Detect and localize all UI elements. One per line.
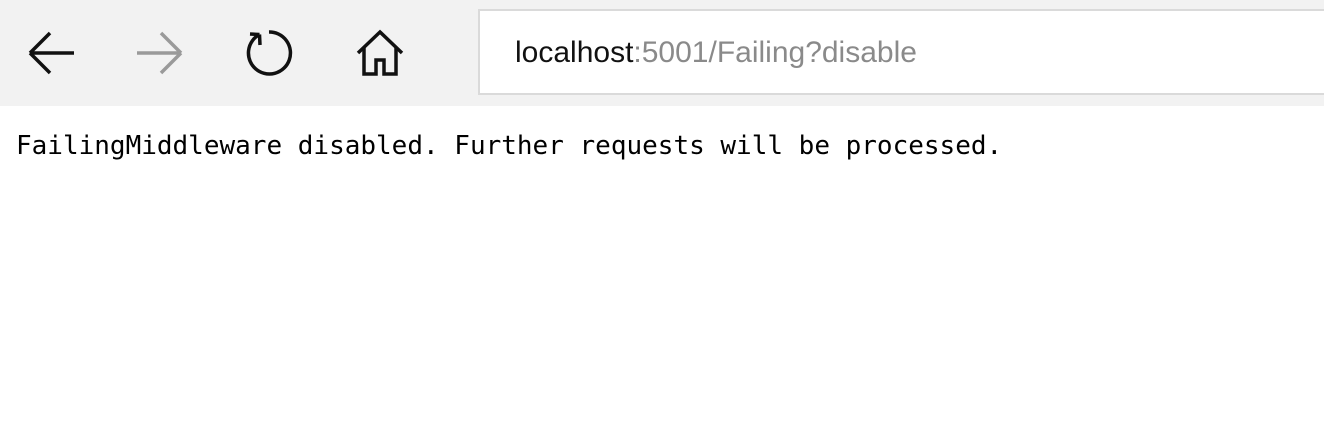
- refresh-button[interactable]: [238, 21, 302, 85]
- home-button[interactable]: [348, 21, 412, 85]
- home-icon: [356, 29, 404, 76]
- url-host: localhost: [515, 36, 634, 69]
- page-body-text: FailingMiddleware disabled. Further requ…: [16, 131, 1003, 161]
- arrow-left-icon: [28, 31, 74, 75]
- arrow-right-icon: [137, 31, 183, 75]
- back-button[interactable]: [19, 21, 83, 85]
- forward-button[interactable]: [128, 21, 192, 85]
- browser-toolbar: localhost:5001/Failing?disable: [0, 0, 1324, 106]
- url-path: :5001/Failing?disable: [633, 36, 917, 69]
- url-text: localhost:5001/Failing?disable: [515, 35, 917, 71]
- refresh-icon: [246, 30, 293, 76]
- address-bar[interactable]: localhost:5001/Failing?disable: [478, 9, 1324, 95]
